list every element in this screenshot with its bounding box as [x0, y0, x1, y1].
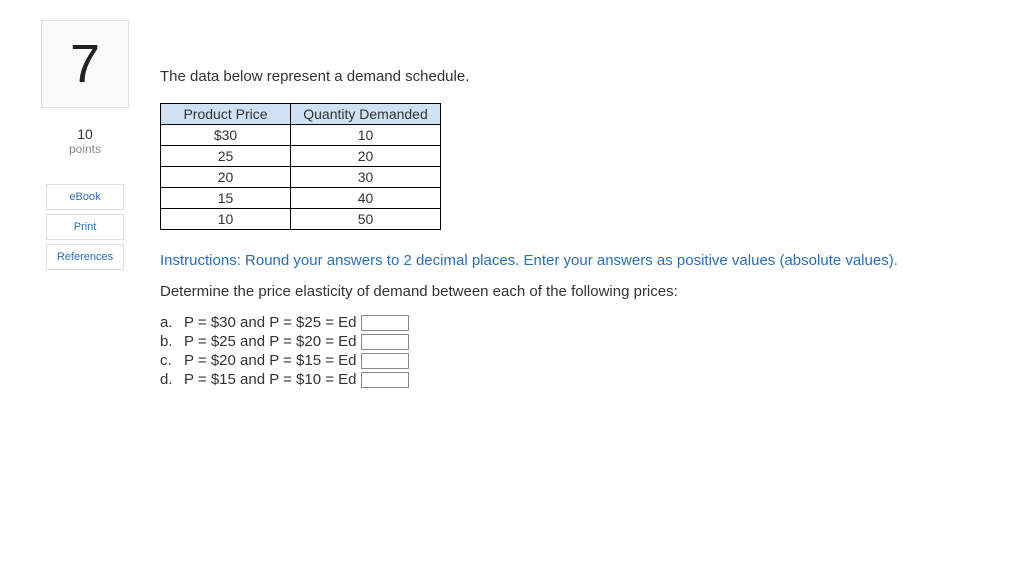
- question-number-box: 7: [41, 20, 129, 108]
- item-a: a. P = $30 and P = $25 = Ed: [160, 314, 994, 331]
- cell-price: 10: [161, 209, 291, 230]
- table-header-row: Product Price Quantity Demanded: [161, 104, 441, 125]
- table-row: 20 30: [161, 167, 441, 188]
- header-qty: Quantity Demanded: [291, 104, 441, 125]
- answer-items: a. P = $30 and P = $25 = Ed b. P = $25 a…: [160, 314, 994, 388]
- cell-qty: 40: [291, 188, 441, 209]
- answer-input-d[interactable]: [361, 372, 409, 388]
- table-row: 15 40: [161, 188, 441, 209]
- cell-price: 25: [161, 146, 291, 167]
- cell-qty: 10: [291, 125, 441, 146]
- item-text: P = $30 and P = $25 = Ed: [184, 314, 357, 331]
- intro-text: The data below represent a demand schedu…: [160, 68, 994, 85]
- table-row: 25 20: [161, 146, 441, 167]
- table-row: $30 10: [161, 125, 441, 146]
- cell-price: 20: [161, 167, 291, 188]
- cell-price: $30: [161, 125, 291, 146]
- item-letter: c.: [160, 352, 184, 369]
- item-letter: d.: [160, 371, 184, 388]
- answer-input-c[interactable]: [361, 353, 409, 369]
- question-sidebar: 7 10 points eBook Print References: [30, 20, 140, 390]
- item-letter: b.: [160, 333, 184, 350]
- answer-input-a[interactable]: [361, 315, 409, 331]
- question-content: The data below represent a demand schedu…: [140, 20, 994, 390]
- item-d: d. P = $15 and P = $10 = Ed: [160, 371, 994, 388]
- item-text: P = $15 and P = $10 = Ed: [184, 371, 357, 388]
- item-c: c. P = $20 and P = $15 = Ed: [160, 352, 994, 369]
- header-price: Product Price: [161, 104, 291, 125]
- cell-qty: 30: [291, 167, 441, 188]
- ebook-button[interactable]: eBook: [46, 184, 124, 210]
- table-row: 10 50: [161, 209, 441, 230]
- item-letter: a.: [160, 314, 184, 331]
- instructions-text: Instructions: Round your answers to 2 de…: [160, 252, 994, 269]
- determine-text: Determine the price elasticity of demand…: [160, 283, 994, 300]
- demand-schedule-table: Product Price Quantity Demanded $30 10 2…: [160, 103, 441, 230]
- item-text: P = $25 and P = $20 = Ed: [184, 333, 357, 350]
- cell-qty: 20: [291, 146, 441, 167]
- points-value: 10: [30, 126, 140, 142]
- references-button[interactable]: References: [46, 244, 124, 270]
- print-button[interactable]: Print: [46, 214, 124, 240]
- answer-input-b[interactable]: [361, 334, 409, 350]
- cell-price: 15: [161, 188, 291, 209]
- question-number: 7: [70, 33, 100, 95]
- item-b: b. P = $25 and P = $20 = Ed: [160, 333, 994, 350]
- item-text: P = $20 and P = $15 = Ed: [184, 352, 357, 369]
- points-label: points: [30, 142, 140, 156]
- cell-qty: 50: [291, 209, 441, 230]
